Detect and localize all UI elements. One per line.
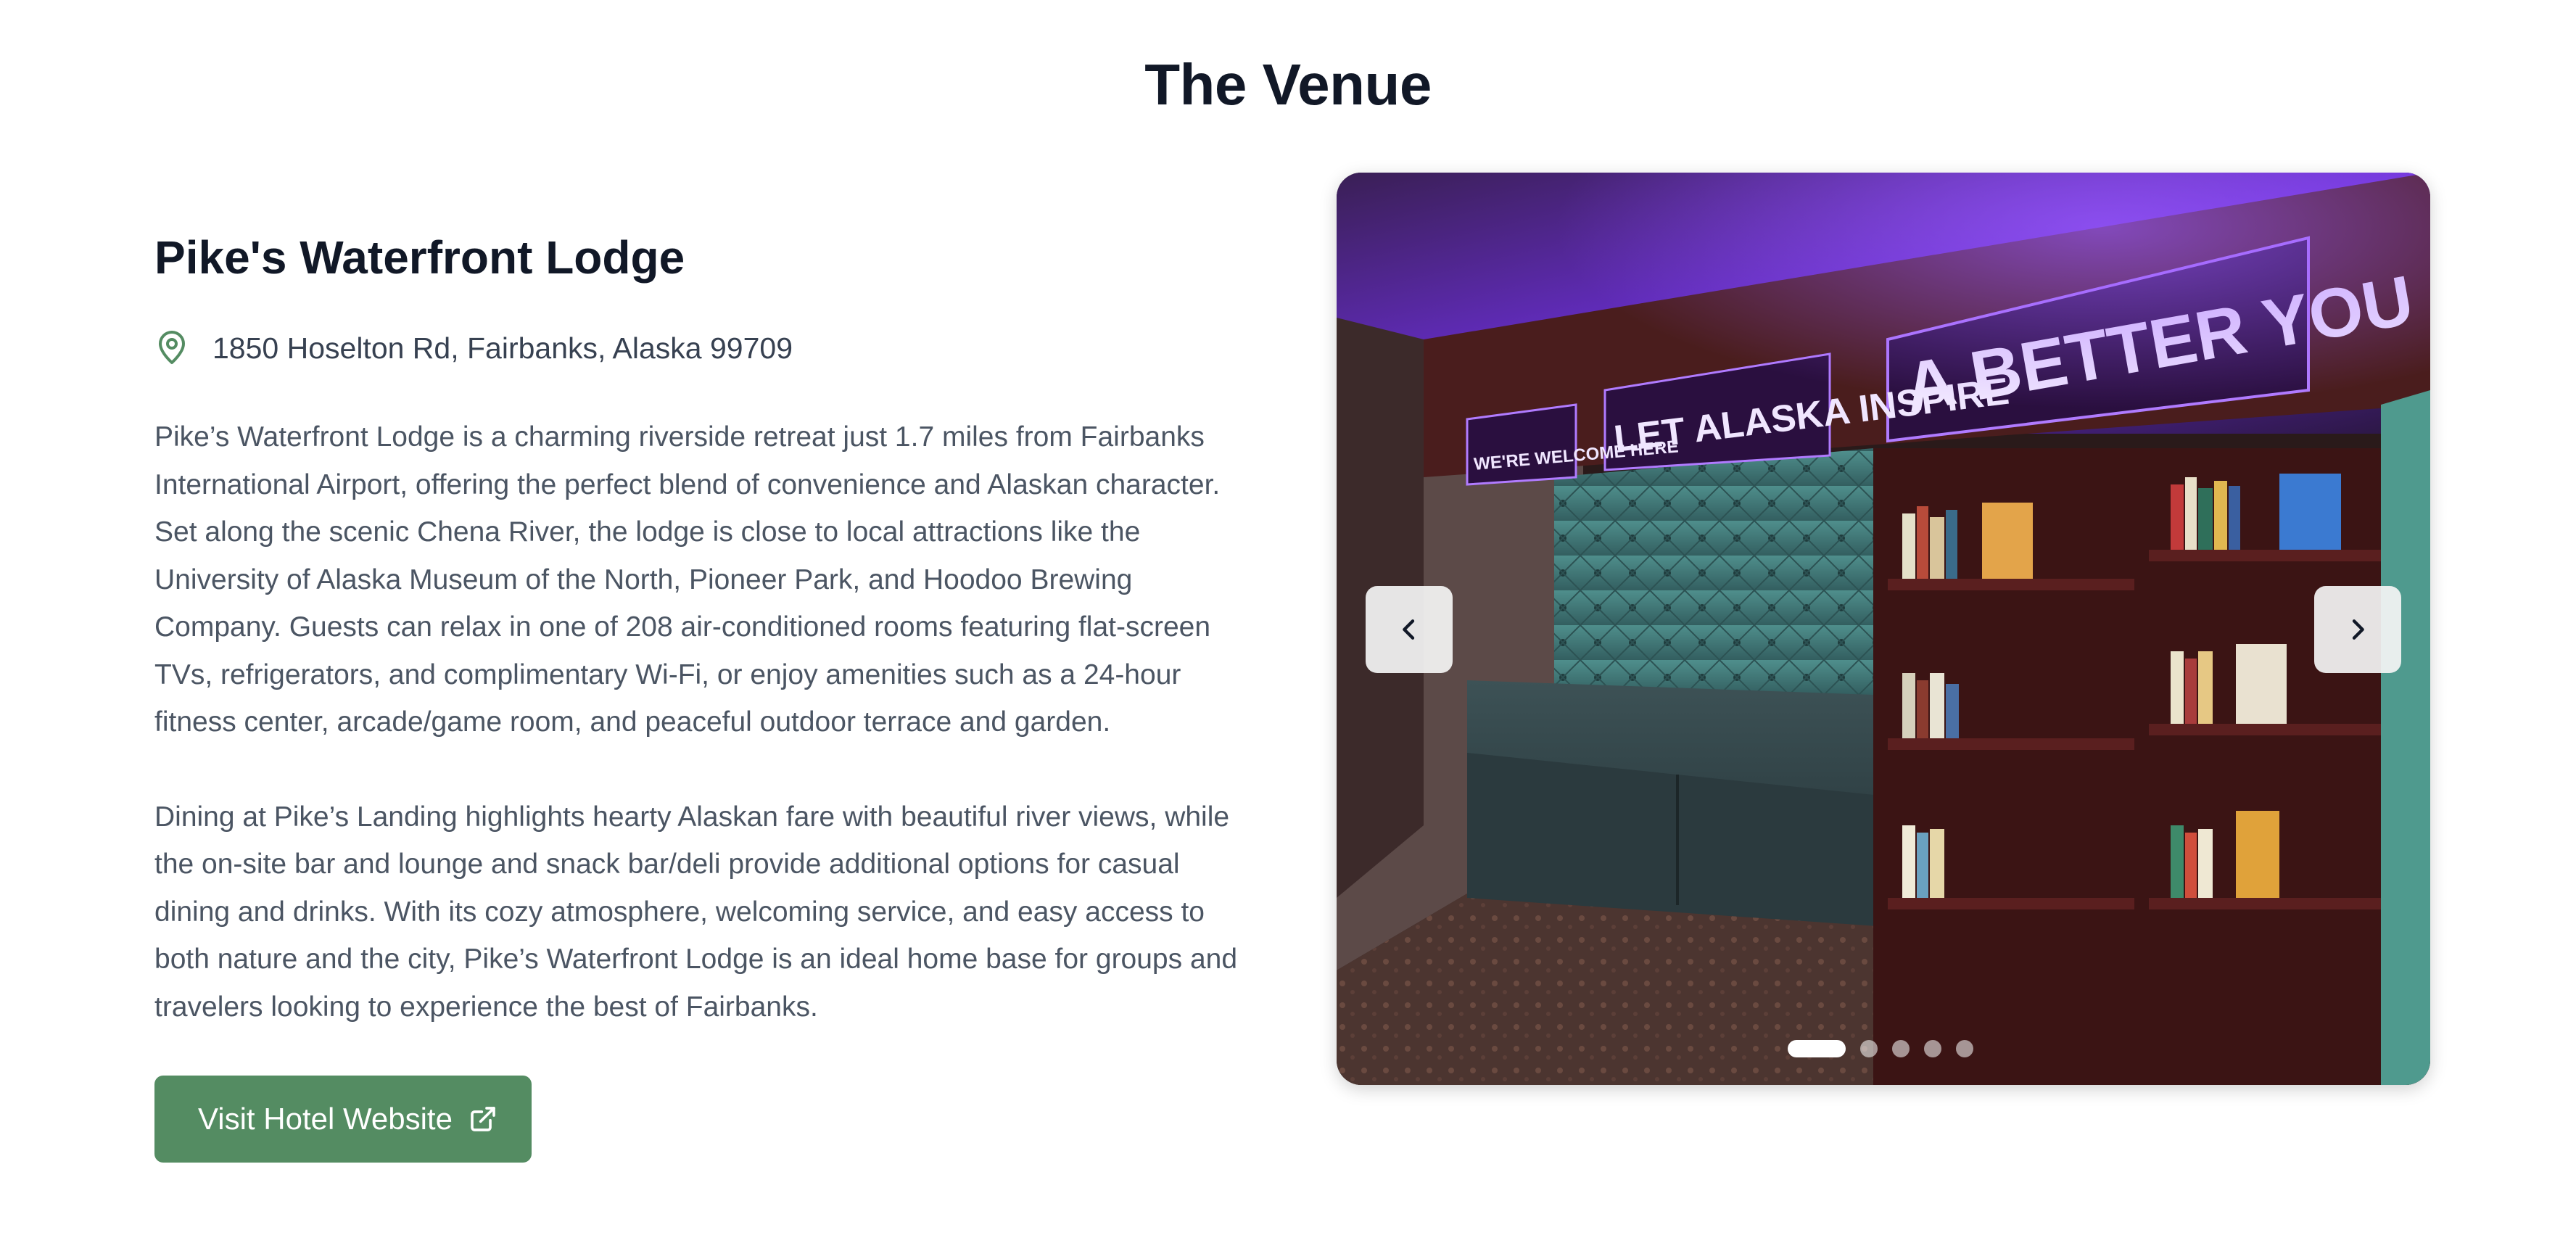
map-pin-icon	[154, 329, 189, 367]
carousel-dot-5[interactable]	[1956, 1040, 1973, 1057]
carousel-dot-4[interactable]	[1924, 1040, 1941, 1057]
carousel-dot-3[interactable]	[1892, 1040, 1910, 1057]
visit-hotel-website-button[interactable]: Visit Hotel Website	[154, 1076, 532, 1163]
visit-hotel-website-label: Visit Hotel Website	[198, 1102, 453, 1136]
venue-address: 1850 Hoselton Rd, Fairbanks, Alaska 9970…	[212, 331, 793, 365]
page-title: The Venue	[1144, 52, 1432, 117]
venue-description-1: Pike’s Waterfront Lodge is a charming ri…	[154, 421, 1221, 738]
venue-description-2: Dining at Pike’s Landing highlights hear…	[154, 801, 1238, 1023]
carousel-prev-button[interactable]	[1366, 586, 1453, 673]
carousel-dot-2[interactable]	[1860, 1040, 1878, 1057]
venue-photo-carousel: A BETTER YOU LET ALASKA INSPIRE WE'RE WE…	[1337, 173, 2430, 1085]
carousel-dot-1[interactable]	[1788, 1040, 1846, 1057]
venue-name: Pike's Waterfront Lodge	[154, 231, 685, 284]
chevron-left-icon	[1403, 619, 1415, 640]
venue-info: Pike's Waterfront Lodge 1850 Hoselton Rd…	[154, 225, 1257, 1163]
venue-lounge-photo: A BETTER YOU LET ALASKA INSPIRE WE'RE WE…	[1337, 173, 2430, 1085]
external-link-icon	[468, 1105, 498, 1134]
carousel-next-button[interactable]	[2314, 586, 2401, 673]
carousel-indicators	[1788, 1039, 1973, 1059]
chevron-right-icon	[2352, 619, 2364, 640]
address-row: 1850 Hoselton Rd, Fairbanks, Alaska 9970…	[154, 326, 1257, 370]
